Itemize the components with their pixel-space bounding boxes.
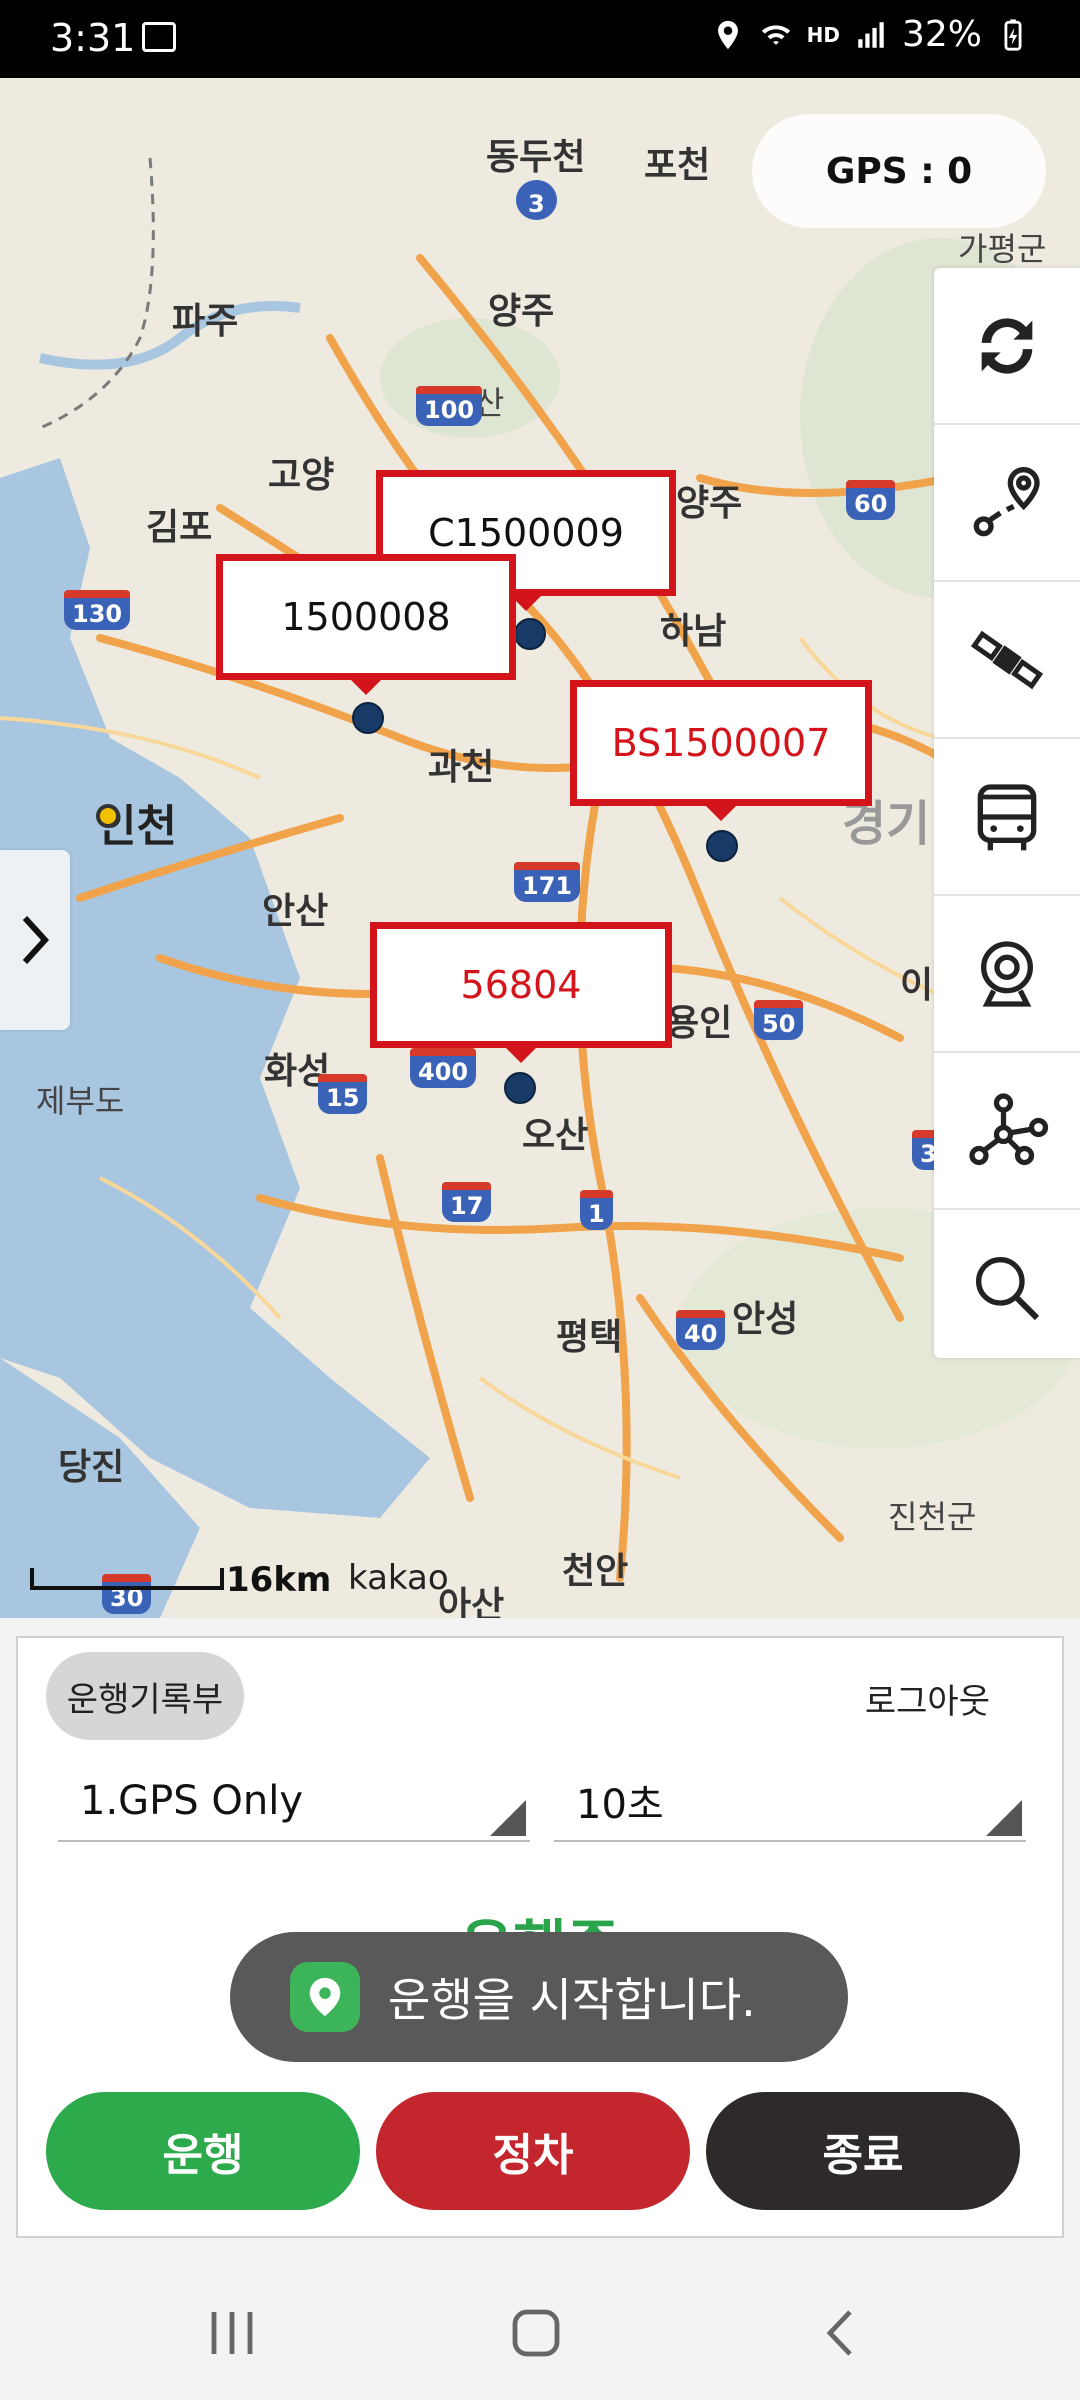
battery-charging-icon [1004,18,1022,51]
place-label: 가평군 [958,230,1047,268]
route-shield: 15 [318,1074,368,1114]
satellite-icon [970,630,1044,689]
search-button[interactable] [934,1210,1080,1365]
vehicle-marker-label[interactable]: BS1500007 [570,680,872,821]
webcam-icon [981,940,1033,1007]
location-pin-icon [309,1977,341,2017]
vehicle-location-dot[interactable] [352,702,384,734]
vehicle-location-dot[interactable] [504,1072,536,1104]
route-shield: 171 [514,862,581,902]
wifi-icon [761,24,790,45]
place-label: 오산 [522,1115,589,1156]
place-label: 천안 [562,1551,629,1592]
route-shield: 100 [416,386,483,426]
clock: 3:31 [50,16,136,60]
interval-select-value: 10초 [576,1782,664,1828]
navigation-bar [0,2258,1080,2400]
mode-select-value: 1.GPS Only [80,1778,304,1824]
battery-percent: 32% [901,14,982,55]
stop-button[interactable]: 정차 [376,2092,690,2210]
toast-text: 운행을 시작합니다. [388,1973,756,2027]
place-label: 안성 [732,1299,799,1340]
route-shield: 130 [64,590,131,630]
route-shield: 3 [516,180,557,220]
bus-icon [977,783,1037,850]
place-label: 용인 [666,1003,733,1044]
route-shield: 1 [580,1190,613,1230]
place-label: 진천군 [888,1498,977,1536]
home-button[interactable] [496,2298,576,2368]
refresh-button[interactable] [934,268,1080,425]
recent-apps-button[interactable] [192,2298,272,2368]
route-icon [973,466,1040,536]
map-attribution: kakao [348,1558,449,1598]
refresh-icon [981,317,1033,374]
vehicle-marker-label[interactable]: 1500008 [216,554,516,695]
place-label: 당진 [58,1447,125,1488]
place-label: 하남 [660,611,727,652]
interval-select[interactable]: 10초 [554,1762,1026,1842]
search-icon [976,1256,1040,1320]
logbook-button[interactable]: 운행기록부 [46,1652,244,1740]
recent-apps-icon [211,2312,253,2354]
chevron-right-icon [22,915,50,965]
run-button[interactable]: 운행 [46,2092,360,2210]
status-icons: HD 32% [711,14,1030,55]
city-marker-icon [96,804,120,828]
dropdown-arrow-icon [986,1800,1022,1836]
signal-icon [858,21,884,48]
dropdown-arrow-icon [490,1800,526,1836]
vehicle-location-dot[interactable] [514,618,546,650]
logout-button[interactable]: 로그아웃 [865,1674,990,1723]
network-icon [969,1092,1049,1165]
vehicle-marker-label[interactable]: 56804 [370,922,672,1063]
side-panel-toggle[interactable] [0,850,70,1030]
gps-count-badge: GPS : 0 [752,114,1046,228]
place-label: 고양 [268,455,335,496]
end-button[interactable]: 종료 [706,2092,1020,2210]
route-shield: 17 [442,1182,492,1222]
route-shield: 400 [410,1048,477,1088]
map-toolbar [934,268,1080,1358]
webcam-button[interactable] [934,896,1080,1053]
home-icon [512,2309,560,2357]
route-button[interactable] [934,425,1080,582]
back-icon [826,2310,852,2356]
map-scale-label: 16km [226,1560,332,1600]
place-label: 제부도 [36,1082,125,1120]
app-icon [290,1962,360,2032]
status-bar: 3:31 HD 32% [0,0,1080,78]
route-shield: 40 [676,1310,726,1350]
mode-select[interactable]: 1.GPS Only [58,1762,530,1842]
bus-button[interactable] [934,739,1080,896]
place-label: 평택 [556,1317,623,1358]
place-label: 양주 [488,291,555,332]
network-button[interactable] [934,1053,1080,1210]
place-label: 과천 [428,747,495,788]
vehicle-location-dot[interactable] [706,830,738,862]
back-button[interactable] [800,2298,880,2368]
map-scale-bar [30,1568,224,1590]
place-label: 동두천 [486,137,586,178]
hd-voice-icon: HD [806,22,840,47]
toast-message: 운행을 시작합니다. [230,1932,848,2062]
route-shield: 60 [846,480,896,520]
map-view[interactable]: 동두천 포천 가평군 파주 양주 북한산 고양 김포 양주 하남 인천 과천 안… [0,78,1080,1618]
route-shield: 50 [754,1000,804,1040]
satellite-button[interactable] [934,582,1080,739]
place-label: 안산 [262,891,329,932]
place-label: 파주 [172,301,239,342]
gallery-notification-icon [142,22,176,52]
place-label: 김포 [146,507,213,548]
place-label: 양주 [676,483,743,524]
place-label: 포천 [644,145,711,186]
location-icon [717,20,738,49]
